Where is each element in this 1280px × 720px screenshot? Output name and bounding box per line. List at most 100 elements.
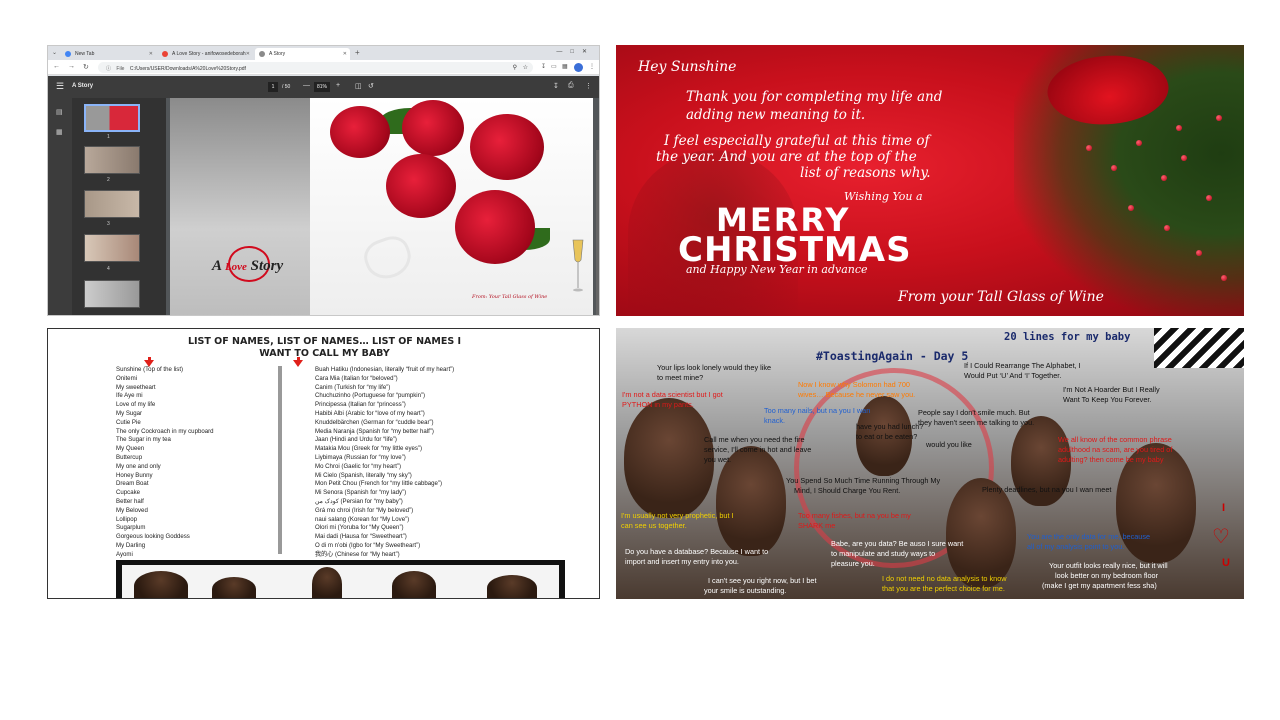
pdf-more-icon[interactable]: ⋮ (585, 82, 592, 90)
new-year-text: and Happy New Year in advance (686, 263, 868, 276)
browser-pdf-screenshot: ⌄ New Tab ✕ A Love Story - anifowosedebo… (47, 45, 600, 316)
pdf-slide: A Love Story From: Your Tall Glass of Wi… (170, 98, 593, 315)
rose (402, 100, 464, 156)
couple-photo (170, 98, 310, 315)
forward-icon[interactable]: → (68, 63, 75, 70)
pickup-line: Want To Keep You Forever. (1063, 395, 1152, 404)
pdf-scrollbar[interactable] (596, 150, 599, 315)
thumbnail-number: 2 (107, 177, 110, 183)
names-heading-line-1: LIST OF NAMES, LIST OF NAMES… LIST OF NA… (187, 336, 462, 347)
thumbnail-panel: 1 2 3 4 (72, 98, 166, 315)
tab-list-chevron-icon[interactable]: ⌄ (52, 49, 57, 56)
name-item: My Darling (116, 541, 146, 549)
heart-icon: ♡ (1212, 526, 1230, 548)
name-item: Principessa (Italian for “princess”) (315, 401, 406, 409)
name-item: My Sugar (116, 409, 143, 417)
minimize-icon[interactable]: — (556, 49, 570, 55)
menu-icon[interactable]: ☰ (56, 81, 64, 92)
sidepanel-icon[interactable]: ▭ (551, 63, 557, 70)
pickup-line: You Spend So Much Time Running Through M… (786, 476, 941, 485)
thumbnail-page-4[interactable] (84, 234, 140, 262)
reload-icon[interactable]: ↻ (83, 63, 89, 71)
pickup-line: look better on my bedroom floor (1055, 571, 1159, 580)
zoom-out-icon[interactable]: — (303, 82, 310, 89)
tab-gmail[interactable]: A Love Story - anifowosedeborah ✕ (158, 48, 253, 60)
message-line-3: I feel especially grateful at this time … (664, 133, 930, 149)
tab-a-story[interactable]: A Story ✕ (255, 48, 350, 60)
new-tab-button[interactable]: + (355, 48, 360, 57)
thumbnail-page-3[interactable] (84, 190, 140, 218)
close-tab-icon[interactable]: ✕ (343, 51, 347, 57)
name-item: Jaan (Hindi and Urdu for “life”) (315, 436, 397, 444)
name-item: My sweetheart (116, 383, 156, 391)
pickup-line: Plenty deadlines, but na you I wan meet (982, 485, 1112, 494)
person-photo (312, 567, 342, 598)
download-icon[interactable]: ↧ (553, 82, 559, 90)
pickup-line: Too many fishes, but na you be my (798, 511, 911, 520)
toasting-collage: 20 lines for my baby #ToastingAgain - Da… (616, 328, 1244, 599)
tab-bar: ⌄ New Tab ✕ A Love Story - anifowosedebo… (48, 46, 599, 60)
maximize-icon[interactable]: □ (570, 49, 582, 55)
cover-title-love: Love (224, 261, 247, 273)
message-line-4: the year. And you are at the top of the (656, 149, 917, 165)
name-item: Ife Aye mi (116, 392, 143, 400)
close-tab-icon[interactable]: ✕ (246, 51, 250, 57)
pdf-title: A Story (72, 83, 94, 89)
back-icon[interactable]: ← (53, 63, 60, 70)
outline-icon[interactable]: ▦ (56, 128, 63, 136)
more-menu-icon[interactable]: ⋮ (589, 63, 595, 70)
pickup-line: have you had lunch? (856, 422, 924, 431)
pickup-line: import and insert my entry into you. (625, 557, 739, 566)
downloads-icon[interactable]: ↧ (541, 63, 546, 70)
berry (1196, 250, 1202, 256)
name-item: Buttercup (116, 453, 143, 461)
chrome-icon (65, 51, 71, 57)
striped-corner (1154, 328, 1244, 368)
pickup-line: they haven't seen me talking to you. (918, 418, 1035, 427)
zoom-in-icon[interactable]: + (336, 82, 340, 89)
thumbnail-number: 1 (107, 134, 110, 140)
berry (1128, 205, 1134, 211)
berry (1161, 175, 1167, 181)
close-window-icon[interactable]: ✕ (582, 49, 595, 55)
page-number-input[interactable]: 1 (268, 82, 278, 92)
name-item: My one and only (116, 462, 161, 470)
pdf-toolbar: ☰ A Story 1 / 50 — 81% + ◫ ↺ ↧ ⎙ ⋮ (48, 76, 599, 98)
name-item: The only Cockroach in my cupboard (116, 427, 214, 435)
zoom-icon[interactable]: ⚲ (513, 64, 517, 71)
person-photo (487, 575, 537, 598)
thumbnails-icon[interactable]: ▤ (56, 108, 63, 116)
pickup-line: I can't see you right now, but I bet (708, 576, 817, 585)
pickup-line: to manipulate and study ways to (831, 549, 936, 558)
pickup-line: I'm usually not very prophetic, but I (621, 511, 734, 520)
zoom-input[interactable]: 81% (314, 82, 330, 92)
name-item: Sugarplum (116, 524, 146, 532)
site-info-icon[interactable]: ⓘ (106, 66, 111, 72)
name-item: Liybimaya (Russian for “my love”) (315, 453, 406, 461)
pickup-line: to eat or be eaten? (856, 432, 918, 441)
thumbnail-number: 4 (107, 266, 110, 272)
extensions-icon[interactable]: ▦ (562, 63, 568, 70)
berry (1206, 195, 1212, 201)
fit-page-icon[interactable]: ◫ (355, 82, 362, 90)
profile-avatar[interactable] (574, 63, 583, 72)
bookmark-star-icon[interactable]: ☆ (523, 64, 528, 71)
name-item: Media Naranja (Spanish for “my better ha… (315, 427, 434, 435)
tab-new-tab[interactable]: New Tab ✕ (61, 48, 156, 60)
name-item: naui salang (Korean for “My Love”) (315, 515, 410, 523)
url-field[interactable]: ⓘ File C:/Users/USER/Downloads/A%20Love%… (98, 62, 533, 73)
print-icon[interactable]: ⎙ (568, 82, 574, 90)
name-item: Dream Boat (116, 480, 149, 488)
person-photo (392, 571, 436, 598)
berry (1221, 275, 1227, 281)
pickup-line: pleasure you. (831, 559, 875, 568)
thumbnail-page-1[interactable] (84, 104, 140, 132)
person-photo (212, 577, 256, 598)
close-tab-icon[interactable]: ✕ (149, 51, 153, 57)
name-item: Better half (116, 497, 144, 505)
pickup-line: I'm Not A Hoarder But I Really (1063, 385, 1160, 394)
thumbnail-page-5[interactable] (84, 280, 140, 308)
pdf-page-area[interactable]: A Love Story From: Your Tall Glass of Wi… (166, 98, 599, 315)
thumbnail-page-2[interactable] (84, 146, 140, 174)
rotate-icon[interactable]: ↺ (368, 82, 374, 90)
